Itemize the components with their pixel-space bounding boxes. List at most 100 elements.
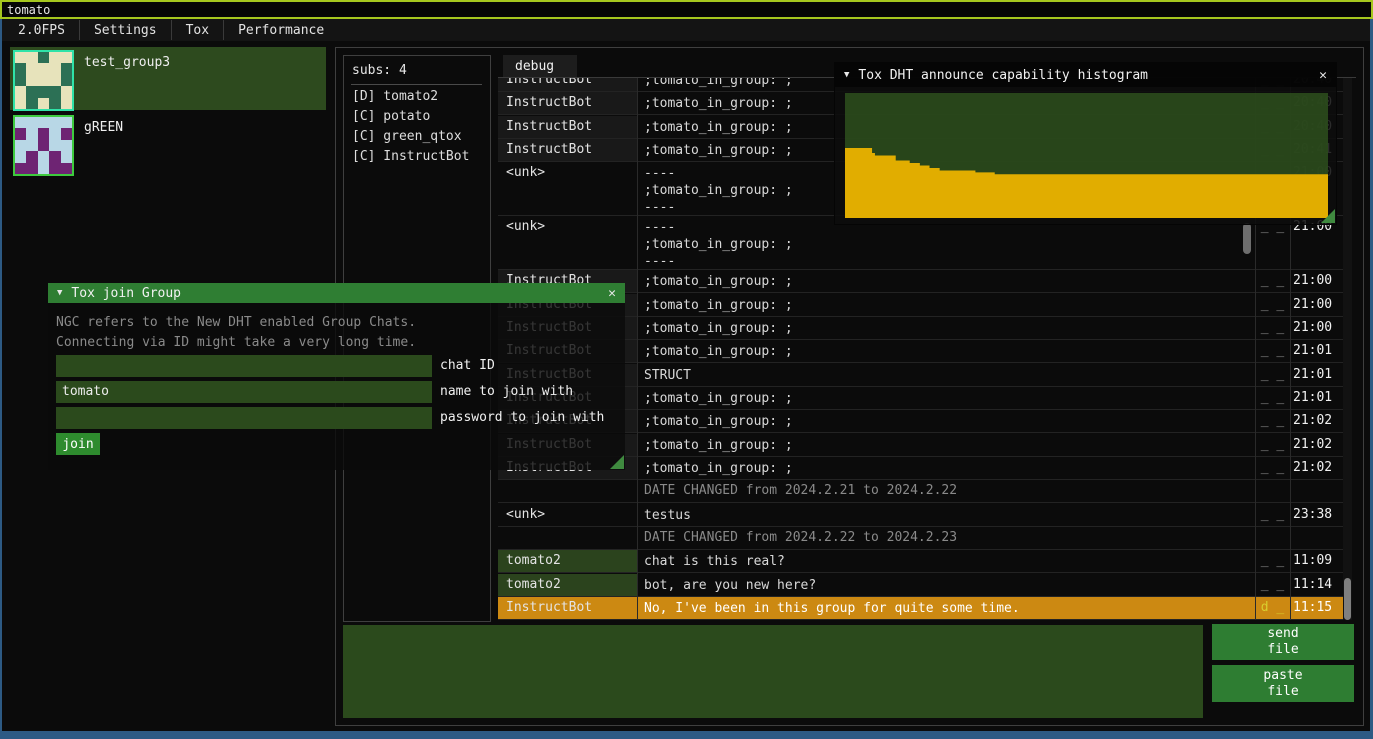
avatar-pixel xyxy=(38,86,49,97)
avatar-pixel xyxy=(26,140,37,151)
member-item-2[interactable]: [C] green_qtox xyxy=(352,129,462,149)
avatar-pixel xyxy=(26,86,37,97)
delivery-status: _ _ xyxy=(1255,364,1290,386)
message-row[interactable]: tomato2bot, are you new here?_ _11:14 xyxy=(498,574,1343,597)
delivery-status: _ _ xyxy=(1255,340,1290,362)
dht-histogram-title: Tox DHT announce capability histogram xyxy=(858,68,1148,83)
avatar-pixel xyxy=(15,52,26,63)
avatar-pixel xyxy=(15,98,26,109)
message-text: testus xyxy=(639,504,1253,526)
avatar-pixel xyxy=(49,117,60,128)
message-row[interactable]: tomato2chat is this real?_ _11:09 xyxy=(498,550,1343,573)
message-row[interactable]: <unk>testus_ _23:38 xyxy=(498,504,1343,527)
join-group-titlebar[interactable]: ▼ Tox join Group ✕ xyxy=(48,283,625,303)
avatar-pixel xyxy=(49,75,60,86)
chat-id-input[interactable] xyxy=(56,355,432,377)
messages-scrollbar-track[interactable] xyxy=(1343,78,1352,620)
avatar-pixel xyxy=(26,163,37,174)
group-avatar xyxy=(13,115,74,176)
sidebar-group-gREEN[interactable]: gREEN xyxy=(10,112,326,175)
window-edge-bottom xyxy=(0,731,1373,739)
messages-scrollbar-thumb[interactable] xyxy=(1344,578,1351,620)
collapse-arrow-icon[interactable]: ▼ xyxy=(844,70,849,80)
paste-file-button[interactable]: paste file xyxy=(1212,665,1354,702)
avatar-pixel xyxy=(26,52,37,63)
dht-histogram-titlebar[interactable]: ▼ Tox DHT announce capability histogram … xyxy=(835,63,1336,87)
menu-item-tox[interactable]: Tox xyxy=(172,19,223,41)
group-avatar xyxy=(13,50,74,111)
delivery-status: _ _ xyxy=(1255,550,1290,572)
join-info-line2: Connecting via ID might take a very long… xyxy=(56,335,416,350)
message-row[interactable]: InstructBotNo, I've been in this group f… xyxy=(498,597,1343,620)
avatar-pixel xyxy=(61,163,72,174)
avatar-pixel xyxy=(38,117,49,128)
sender-name: InstructBot xyxy=(498,116,637,138)
titlebar[interactable]: tomato xyxy=(0,0,1373,19)
member-item-0[interactable]: [D] tomato2 xyxy=(352,89,438,109)
field-label: name to join with xyxy=(440,381,573,399)
member-item-3[interactable]: [C] InstructBot xyxy=(352,149,469,169)
message-timestamp: 21:01 xyxy=(1293,364,1343,386)
avatar-pixel xyxy=(26,98,37,109)
window-title: tomato xyxy=(7,3,50,17)
message-timestamp: 21:00 xyxy=(1293,294,1343,316)
avatar-pixel xyxy=(15,151,26,162)
menu-item-settings[interactable]: Settings xyxy=(80,19,171,41)
message-timestamp: 11:15 xyxy=(1293,597,1343,619)
delivery-status: _ _ xyxy=(1255,574,1290,596)
avatar-pixel xyxy=(15,75,26,86)
inline-scrollbar-thumb[interactable] xyxy=(1243,223,1251,254)
join-password-input[interactable] xyxy=(56,407,432,429)
join-name-input[interactable]: tomato xyxy=(56,381,432,403)
sidebar-group-test_group3[interactable]: test_group3 xyxy=(10,47,326,110)
avatar-pixel xyxy=(49,98,60,109)
message-text: ;tomato_in_group: ; xyxy=(639,294,1253,316)
delivery-status: _ _ xyxy=(1255,270,1290,292)
join-button-label: join xyxy=(62,437,93,452)
message-text: ;tomato_in_group: ; xyxy=(639,387,1253,409)
paste-file-label-line1: paste xyxy=(1263,668,1302,684)
message-timestamp: 21:01 xyxy=(1293,387,1343,409)
avatar-pixel xyxy=(49,63,60,74)
avatar-pixel xyxy=(26,128,37,139)
close-icon[interactable]: ✕ xyxy=(1319,68,1327,83)
close-icon[interactable]: ✕ xyxy=(608,286,616,301)
member-item-1[interactable]: [C] potato xyxy=(352,109,430,129)
message-text: ;tomato_in_group: ; xyxy=(639,410,1253,432)
dht-histogram-window: ▼ Tox DHT announce capability histogram … xyxy=(834,62,1337,225)
avatar-pixel xyxy=(61,86,72,97)
sender-name: InstructBot xyxy=(498,92,637,114)
menu-item-performance[interactable]: Performance xyxy=(224,19,338,41)
message-text: ;tomato_in_group: ; xyxy=(639,317,1253,339)
message-text: ;tomato_in_group: ; xyxy=(639,270,1253,292)
tab-debug-label: debug xyxy=(515,59,554,74)
resize-grip[interactable] xyxy=(610,455,624,469)
avatar-pixel xyxy=(38,128,49,139)
resize-grip[interactable] xyxy=(1321,209,1335,223)
avatar-pixel xyxy=(38,63,49,74)
send-file-label-line2: file xyxy=(1267,642,1298,658)
message-timestamp: 11:09 xyxy=(1293,550,1343,572)
join-button[interactable]: join xyxy=(56,433,100,455)
column-divider-name xyxy=(637,78,638,620)
group-name-label: gREEN xyxy=(84,120,123,175)
avatar-pixel xyxy=(61,128,72,139)
message-text: chat is this real? xyxy=(639,550,1253,572)
collapse-arrow-icon[interactable]: ▼ xyxy=(57,288,62,298)
sender-name: tomato2 xyxy=(498,574,637,596)
avatar-pixel xyxy=(49,128,60,139)
delivery-status: _ _ xyxy=(1255,294,1290,316)
join-group-dialog: ▼ Tox join Group ✕ NGC refers to the New… xyxy=(48,283,625,470)
avatar-pixel xyxy=(38,151,49,162)
avatar-pixel xyxy=(15,86,26,97)
date-separator-row: DATE CHANGED from 2024.2.22 to 2024.2.23 xyxy=(498,527,1343,550)
field-label: password to join with xyxy=(440,407,604,425)
menu-item-2.0fps: 2.0FPS xyxy=(4,19,79,41)
tab-debug[interactable]: debug xyxy=(503,55,577,77)
message-input[interactable] xyxy=(343,625,1203,718)
send-file-button[interactable]: send file xyxy=(1212,624,1354,660)
sender-name: InstructBot xyxy=(498,139,637,161)
message-timestamp: 21:02 xyxy=(1293,434,1343,456)
message-text: STRUCT xyxy=(639,364,1253,386)
avatar-pixel xyxy=(49,86,60,97)
